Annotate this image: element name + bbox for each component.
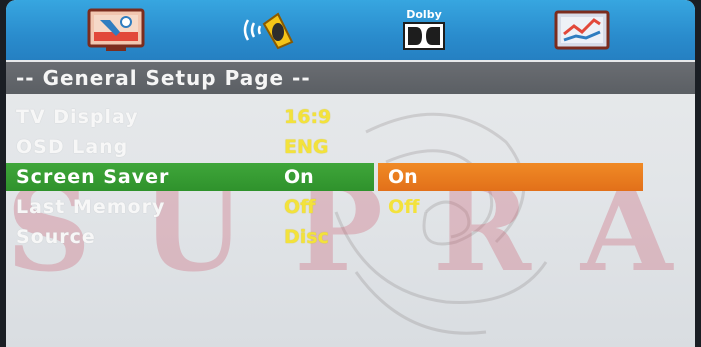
menu-row-tv-display[interactable]: TV Display 16:9: [6, 102, 695, 132]
menu-label: Source: [16, 226, 96, 248]
menu-value: 16:9: [284, 106, 332, 128]
menu-value: Off: [284, 196, 316, 218]
setup-tab-bar: Dolby: [6, 0, 695, 60]
tab-preference[interactable]: [552, 6, 612, 54]
option-highlight: [378, 163, 643, 191]
tab-dolby-setup[interactable]: Dolby: [394, 6, 454, 54]
option-off[interactable]: Off: [388, 192, 420, 222]
menu-value: On: [284, 166, 314, 188]
page-title: -- General Setup Page --: [6, 62, 695, 94]
option-on[interactable]: On: [388, 162, 418, 192]
menu-label: OSD Lang: [16, 136, 129, 158]
dolby-label: Dolby: [406, 8, 442, 21]
menu-value: Disc: [284, 226, 329, 248]
menu-row-last-memory[interactable]: Last Memory Off Off: [6, 192, 695, 222]
menu-label: Screen Saver: [16, 166, 170, 188]
dolby-icon: Dolby: [403, 8, 445, 50]
menu-row-source[interactable]: Source Disc: [6, 222, 695, 252]
menu-row-screen-saver[interactable]: Screen Saver On On: [6, 162, 695, 192]
menu-row-osd-lang[interactable]: OSD Lang ENG: [6, 132, 695, 162]
tab-general-setup[interactable]: [86, 6, 146, 54]
menu-label: TV Display: [16, 106, 139, 128]
general-setup-icon: [87, 8, 145, 51]
setup-menu: TV Display 16:9 OSD Lang ENG Screen Save…: [6, 102, 695, 252]
tab-audio-setup[interactable]: [238, 6, 298, 54]
speaker-icon: [243, 12, 294, 50]
osd-screen: Dolby -- General Setup Page -- SUPRA TV …: [6, 0, 695, 347]
preference-icon: [554, 10, 610, 50]
menu-value: ENG: [284, 136, 329, 158]
menu-label: Last Memory: [16, 196, 166, 218]
